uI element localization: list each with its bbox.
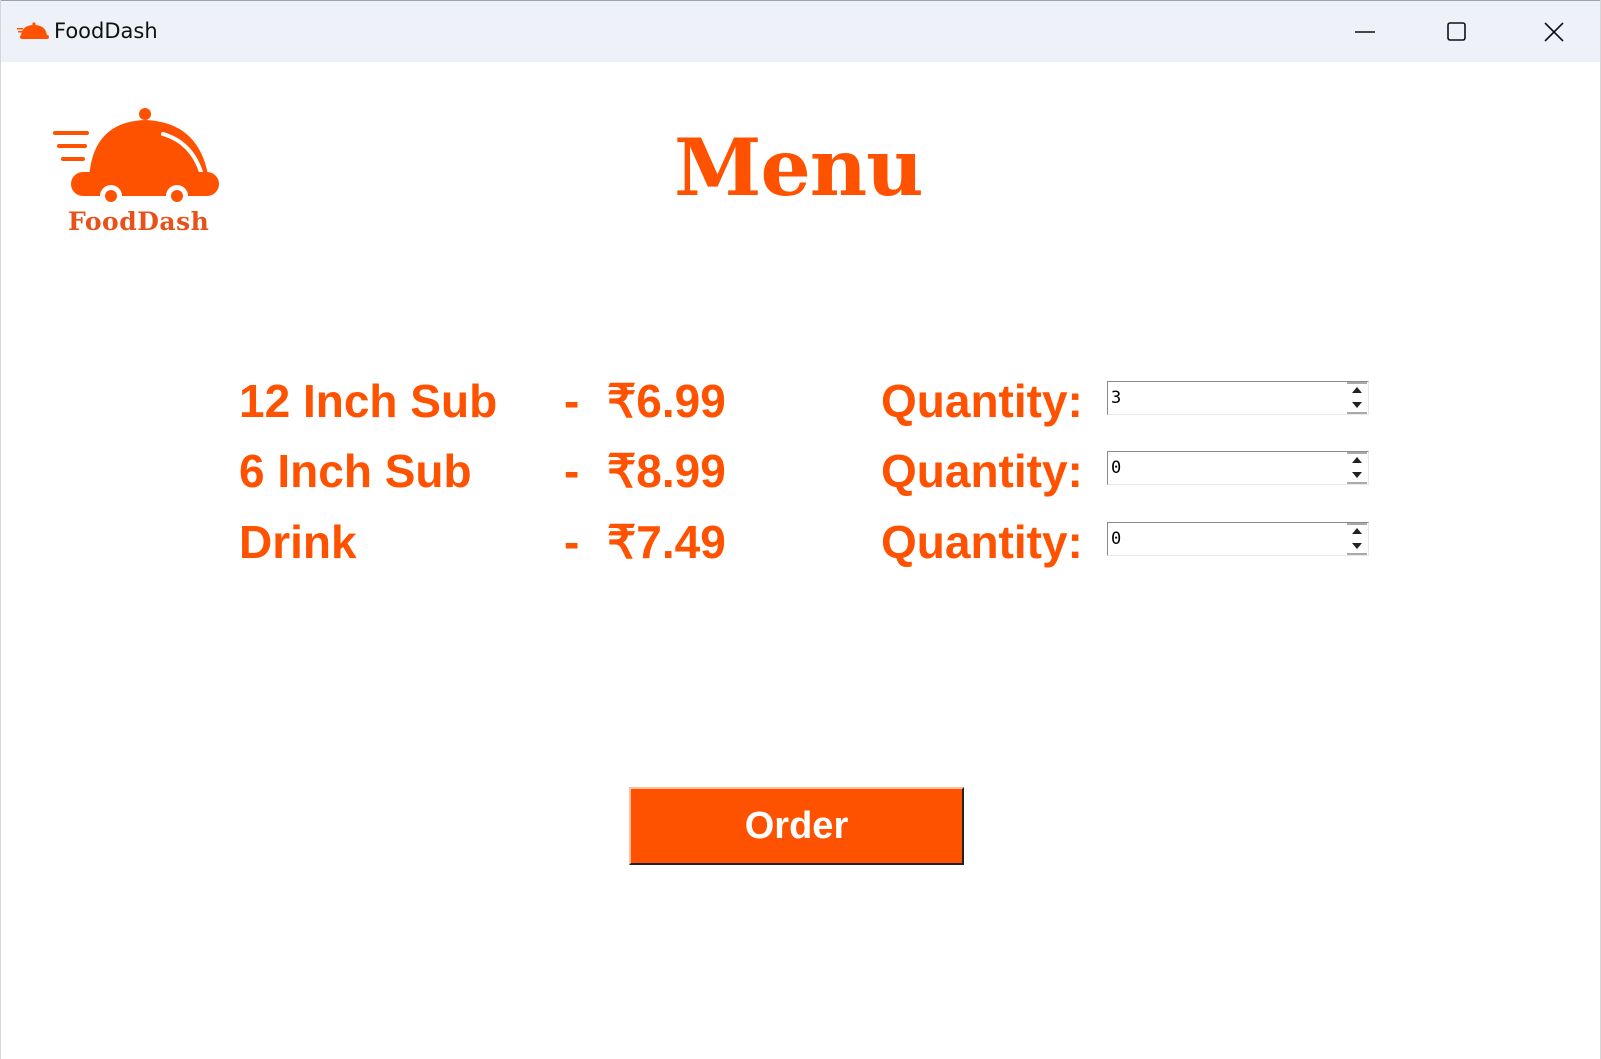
item-separator: - (564, 375, 580, 427)
page-title: Menu (674, 121, 924, 214)
spinbox-arrows (1346, 523, 1368, 555)
spinbox-arrows (1346, 382, 1368, 414)
item-price: ₹6.99 (607, 375, 726, 427)
maximize-button[interactable] (1411, 1, 1503, 63)
close-button[interactable] (1508, 1, 1600, 63)
item-name: 12 Inch Sub (239, 375, 498, 427)
spin-up-arrow-icon[interactable] (1346, 452, 1368, 468)
logo-text: FoodDash (68, 207, 210, 236)
quantity-spinbox[interactable]: 3 (1107, 381, 1369, 415)
item-separator: - (564, 516, 580, 568)
spin-up-arrow-icon[interactable] (1346, 382, 1368, 398)
close-icon (1544, 22, 1564, 42)
spin-down-arrow-icon[interactable] (1346, 398, 1368, 414)
app-logo-icon (17, 22, 49, 39)
item-price: ₹7.49 (607, 516, 726, 568)
item-name: Drink (239, 516, 357, 568)
window-title: FoodDash (54, 19, 158, 43)
quantity-label: Quantity: (881, 445, 1083, 497)
spin-up-arrow-icon[interactable] (1346, 523, 1368, 539)
spin-down-arrow-icon[interactable] (1346, 539, 1368, 555)
menu-item-row: 6 Inch Sub - ₹8.99 Quantity: 0 (1, 438, 1600, 508)
spin-down-arrow-icon[interactable] (1346, 468, 1368, 484)
item-separator: - (564, 445, 580, 497)
menu-item-row: 12 Inch Sub - ₹6.99 Quantity: 3 (1, 368, 1600, 438)
quantity-value[interactable]: 3 (1111, 388, 1121, 408)
quantity-label: Quantity: (881, 375, 1083, 427)
spinbox-arrows (1346, 452, 1368, 484)
menu-item-row: Drink - ₹7.49 Quantity: 0 (1, 509, 1600, 579)
quantity-value[interactable]: 0 (1111, 458, 1121, 478)
minimize-icon (1355, 31, 1375, 33)
item-price: ₹8.99 (607, 445, 726, 497)
title-bar[interactable]: FoodDash (1, 0, 1600, 62)
quantity-spinbox[interactable]: 0 (1107, 451, 1369, 485)
order-button[interactable]: Order (629, 787, 964, 865)
app-window: FoodDash FoodDash Menu 12 Inch Sub - ₹6.… (0, 0, 1601, 1059)
quantity-spinbox[interactable]: 0 (1107, 522, 1369, 556)
maximize-icon (1447, 22, 1466, 41)
item-name: 6 Inch Sub (239, 445, 472, 497)
quantity-label: Quantity: (881, 516, 1083, 568)
quantity-value[interactable]: 0 (1111, 529, 1121, 549)
minimize-button[interactable] (1319, 1, 1411, 63)
